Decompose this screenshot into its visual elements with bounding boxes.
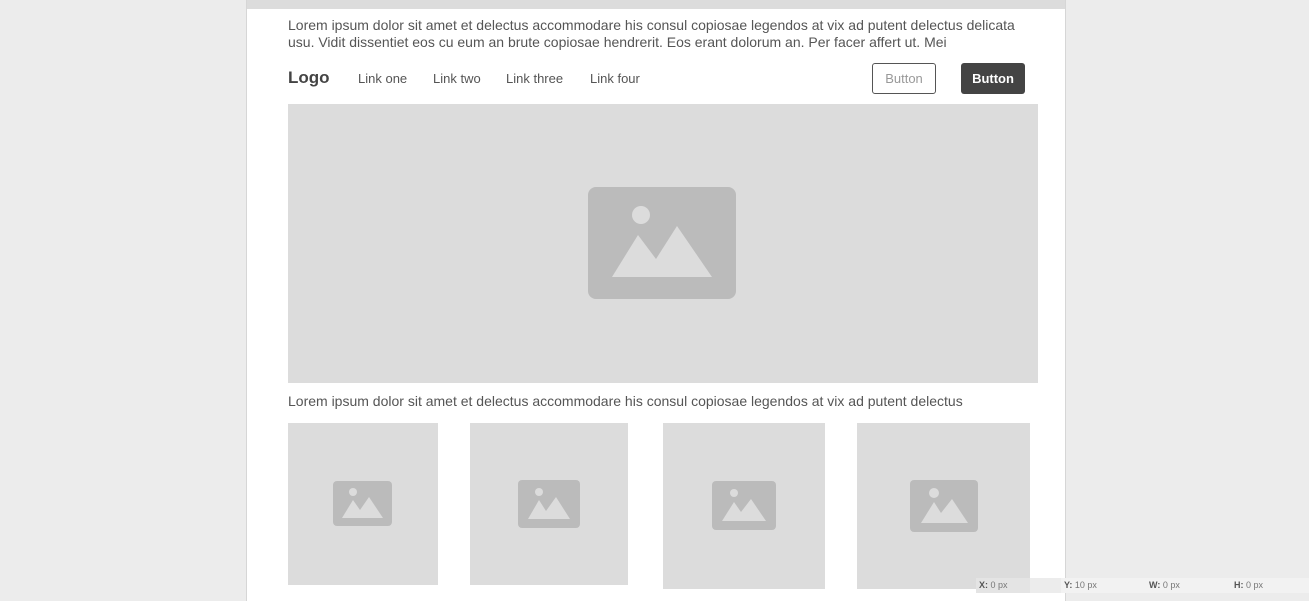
status-x-label: X: xyxy=(979,580,988,590)
status-y-value: 10 px xyxy=(1074,580,1097,590)
status-h-label: H: xyxy=(1234,580,1244,590)
image-placeholder-icon xyxy=(712,481,776,530)
thumbnail-2 xyxy=(470,423,628,585)
nav-link-one[interactable]: Link one xyxy=(358,71,407,86)
logo[interactable]: Logo xyxy=(288,68,330,88)
body-paragraph: Lorem ipsum dolor sit amet et delectus a… xyxy=(288,393,963,409)
wireframe-canvas: Lorem ipsum dolor sit amet et delectus a… xyxy=(246,0,1066,601)
status-y: Y: 10 px xyxy=(1061,578,1146,593)
status-x: X: 0 px xyxy=(976,578,1030,593)
image-placeholder-icon xyxy=(910,480,978,532)
top-strip xyxy=(247,0,1065,9)
nav-link-three[interactable]: Link three xyxy=(506,71,563,86)
image-placeholder-icon xyxy=(588,187,736,299)
image-placeholder-icon xyxy=(518,480,580,528)
status-gap xyxy=(1030,578,1061,593)
nav-link-four[interactable]: Link four xyxy=(590,71,640,86)
image-placeholder-icon xyxy=(333,481,392,526)
status-y-label: Y: xyxy=(1064,580,1073,590)
status-x-value: 0 px xyxy=(990,580,1008,590)
status-w-label: W: xyxy=(1149,580,1161,590)
thumbnail-4 xyxy=(857,423,1030,589)
thumbnail-3 xyxy=(663,423,825,589)
status-h: H: 0 px xyxy=(1231,578,1309,593)
nav-link-two[interactable]: Link two xyxy=(433,71,481,86)
hero-image-placeholder xyxy=(288,104,1038,383)
outline-button[interactable]: Button xyxy=(872,63,936,94)
thumbnail-1 xyxy=(288,423,438,585)
status-w-value: 0 px xyxy=(1162,580,1180,590)
status-h-value: 0 px xyxy=(1246,580,1264,590)
intro-paragraph: Lorem ipsum dolor sit amet et delectus a… xyxy=(288,17,1015,50)
status-w: W: 0 px xyxy=(1146,578,1231,593)
status-bar: X: 0 px Y: 10 px W: 0 px H: 0 px xyxy=(976,578,1309,593)
primary-button[interactable]: Button xyxy=(961,63,1025,94)
navbar: Logo Link one Link two Link three Link f… xyxy=(288,62,1040,96)
